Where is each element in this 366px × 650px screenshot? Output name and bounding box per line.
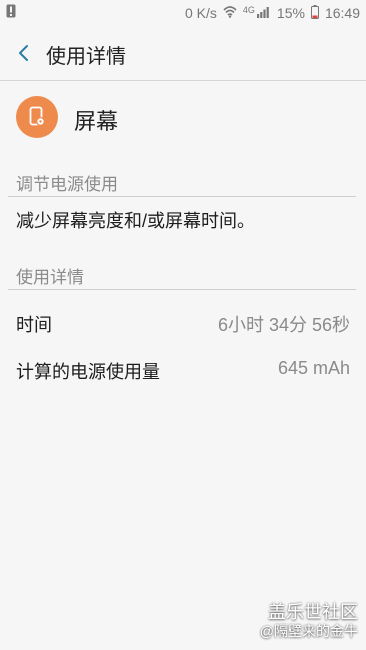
signal-icon	[256, 5, 271, 21]
section-details-title: 使用详情	[16, 268, 84, 287]
chevron-left-icon	[19, 45, 28, 61]
time-label: 时间	[16, 315, 52, 335]
watermark-line-1: 盖乐世社区	[268, 601, 358, 622]
wifi-icon	[223, 5, 237, 21]
network-type: 4G	[242, 5, 255, 15]
detail-row-power: 计算的电源使用量 645 mAh	[16, 358, 350, 386]
battery-icon	[310, 4, 319, 22]
watermark-line-2: @隔壁来的金牛	[259, 623, 358, 640]
power-usage-label: 计算的电源使用量	[16, 362, 160, 382]
signal-group: 4G	[243, 5, 271, 21]
watermark: 盖乐世社区 @隔壁来的金牛	[260, 602, 358, 640]
divider-adjust	[8, 196, 356, 197]
app-summary-row: 屏幕	[0, 80, 366, 162]
warning-icon	[6, 4, 16, 18]
power-usage-value: 645 mAh	[277, 358, 350, 378]
page-title: 使用详情	[46, 46, 126, 68]
clock: 16:49	[324, 5, 360, 21]
app-header: 使用详情	[0, 26, 366, 81]
status-indicators: 0 K/s 4G 15% 16:49	[185, 3, 360, 23]
time-value: 6小时 34分 56秒	[217, 315, 350, 335]
status-bar: 0 K/s 4G 15% 16:49	[0, 0, 366, 26]
back-button[interactable]	[10, 39, 38, 67]
app-name: 屏幕	[74, 109, 119, 134]
battery-usage-details-screen: 0 K/s 4G 15% 16:49 使用详情 屏幕 调节电源使用 减少屏幕亮度…	[0, 0, 366, 650]
detail-row-time: 时间 6小时 34分 56秒	[16, 311, 350, 339]
divider-details	[8, 289, 356, 290]
battery-percent: 15%	[276, 5, 305, 21]
net-speed: 0 K/s	[185, 5, 217, 21]
adjust-tip[interactable]: 减少屏幕亮度和/或屏幕时间。	[16, 207, 255, 233]
section-adjust-title: 调节电源使用	[16, 175, 118, 194]
screen-settings-icon	[16, 96, 58, 138]
